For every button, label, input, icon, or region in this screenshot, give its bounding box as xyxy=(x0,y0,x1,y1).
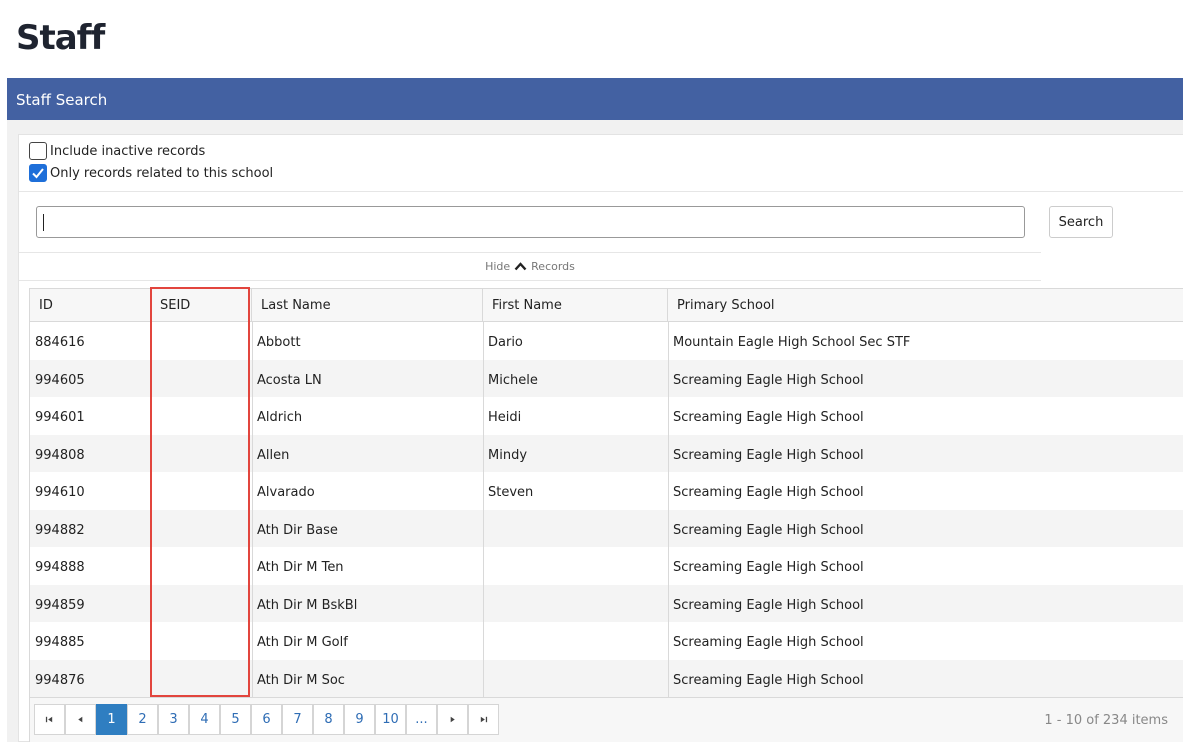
next-page-button[interactable] xyxy=(437,704,468,735)
cell-last-name: Ath Dir M Soc xyxy=(257,672,345,688)
next-page-icon xyxy=(450,716,455,723)
page-button[interactable]: 9 xyxy=(344,704,375,735)
cell-last-name: Acosta LN xyxy=(257,372,322,388)
panel-header: Staff Search xyxy=(7,78,1183,120)
page-button[interactable]: 6 xyxy=(251,704,282,735)
more-pages-button[interactable]: ... xyxy=(406,704,437,735)
first-page-icon xyxy=(45,716,53,723)
cell-first-name xyxy=(483,622,668,660)
cell-id: 994885 xyxy=(35,635,85,650)
cell-id: 994808 xyxy=(35,447,85,463)
seid-column-highlight xyxy=(150,287,250,697)
cell-last-name: Ath Dir M BskBl xyxy=(257,597,358,613)
cell-last-name: Ath Dir M Golf xyxy=(257,635,348,650)
cell-id: 994610 xyxy=(35,485,85,500)
column-header-first-name[interactable]: First Name xyxy=(483,289,668,322)
cell-id: 994876 xyxy=(35,672,85,688)
column-header-primary-school[interactable]: Primary School xyxy=(668,289,1183,322)
cell-id: 884616 xyxy=(35,335,85,350)
cell-first-name: Steven xyxy=(488,485,534,500)
cell-id: 994605 xyxy=(35,372,85,388)
pager: 1 2 3 4 5 6 7 8 9 10... 1 - 10 of 234 items xyxy=(30,697,1183,742)
cell-id: 994888 xyxy=(35,560,85,575)
prev-page-icon xyxy=(78,716,83,723)
cell-first-name: Michele xyxy=(488,372,538,388)
text-caret xyxy=(43,214,44,231)
cell-last-name: Aldrich xyxy=(257,410,303,425)
cell-first-name xyxy=(483,547,668,585)
checkmark-icon xyxy=(32,168,44,179)
page-button[interactable]: 2 xyxy=(127,704,158,735)
cell-last-name: Ath Dir M Ten xyxy=(257,560,344,575)
search-button[interactable]: Search xyxy=(1049,206,1113,238)
cell-last-name: Alvarado xyxy=(257,485,315,500)
cell-primary-school: Screaming Eagle High School xyxy=(673,447,864,463)
page-button[interactable]: 10 xyxy=(375,704,406,735)
hide-records-toggle[interactable]: Hide Records xyxy=(19,252,1041,281)
include-inactive-label: Include inactive records xyxy=(50,143,206,159)
column-header-id[interactable]: ID xyxy=(30,289,151,322)
cell-first-name xyxy=(483,585,668,623)
cell-primary-school: Screaming Eagle High School xyxy=(673,522,864,538)
cell-primary-school: Mountain Eagle High School Sec STF xyxy=(673,335,911,350)
cell-primary-school: Screaming Eagle High School xyxy=(673,485,864,500)
cell-primary-school: Screaming Eagle High School xyxy=(673,672,864,688)
cell-first-name: Mindy xyxy=(488,447,528,463)
divider xyxy=(19,191,1183,192)
cell-primary-school: Screaming Eagle High School xyxy=(673,560,864,575)
page-button[interactable]: 8 xyxy=(313,704,344,735)
cell-first-name xyxy=(483,660,668,698)
page-button[interactable]: 5 xyxy=(220,704,251,735)
last-page-icon xyxy=(480,716,488,723)
last-page-button[interactable] xyxy=(468,704,499,735)
page-button[interactable]: 1 xyxy=(96,704,127,735)
cell-id: 994859 xyxy=(35,597,85,613)
records-label: Records xyxy=(531,260,575,273)
cell-primary-school: Screaming Eagle High School xyxy=(673,410,864,425)
hide-label: Hide xyxy=(485,260,511,273)
page-button[interactable]: 3 xyxy=(158,704,189,735)
only-school-checkbox[interactable] xyxy=(29,164,47,182)
column-divider xyxy=(668,322,669,697)
page-button[interactable]: 7 xyxy=(282,704,313,735)
cell-first-name xyxy=(483,510,668,548)
column-divider xyxy=(483,322,484,697)
cell-id: 994601 xyxy=(35,410,85,425)
cell-last-name: Abbott xyxy=(257,335,301,350)
only-school-label: Only records related to this school xyxy=(50,165,274,181)
include-inactive-option[interactable]: Include inactive records xyxy=(29,142,205,160)
cell-last-name: Allen xyxy=(257,447,290,463)
cell-id: 994882 xyxy=(35,522,85,538)
only-school-option[interactable]: Only records related to this school xyxy=(29,164,273,182)
page-title: Staff xyxy=(16,18,105,58)
cell-primary-school: Screaming Eagle High School xyxy=(673,635,864,650)
cell-primary-school: Screaming Eagle High School xyxy=(673,372,864,388)
pager-info: 1 - 10 of 234 items xyxy=(1044,713,1168,728)
column-divider xyxy=(252,322,253,697)
chevron-up-icon xyxy=(514,262,527,271)
prev-page-button[interactable] xyxy=(65,704,96,735)
first-page-button[interactable] xyxy=(34,704,65,735)
cell-primary-school: Screaming Eagle High School xyxy=(673,597,864,613)
search-input[interactable] xyxy=(36,206,1025,238)
cell-first-name: Dario xyxy=(488,335,523,350)
cell-last-name: Ath Dir Base xyxy=(257,522,338,538)
include-inactive-checkbox[interactable] xyxy=(29,142,47,160)
column-header-last-name[interactable]: Last Name xyxy=(252,289,483,322)
cell-first-name: Heidi xyxy=(488,410,522,425)
page-button[interactable]: 4 xyxy=(189,704,220,735)
